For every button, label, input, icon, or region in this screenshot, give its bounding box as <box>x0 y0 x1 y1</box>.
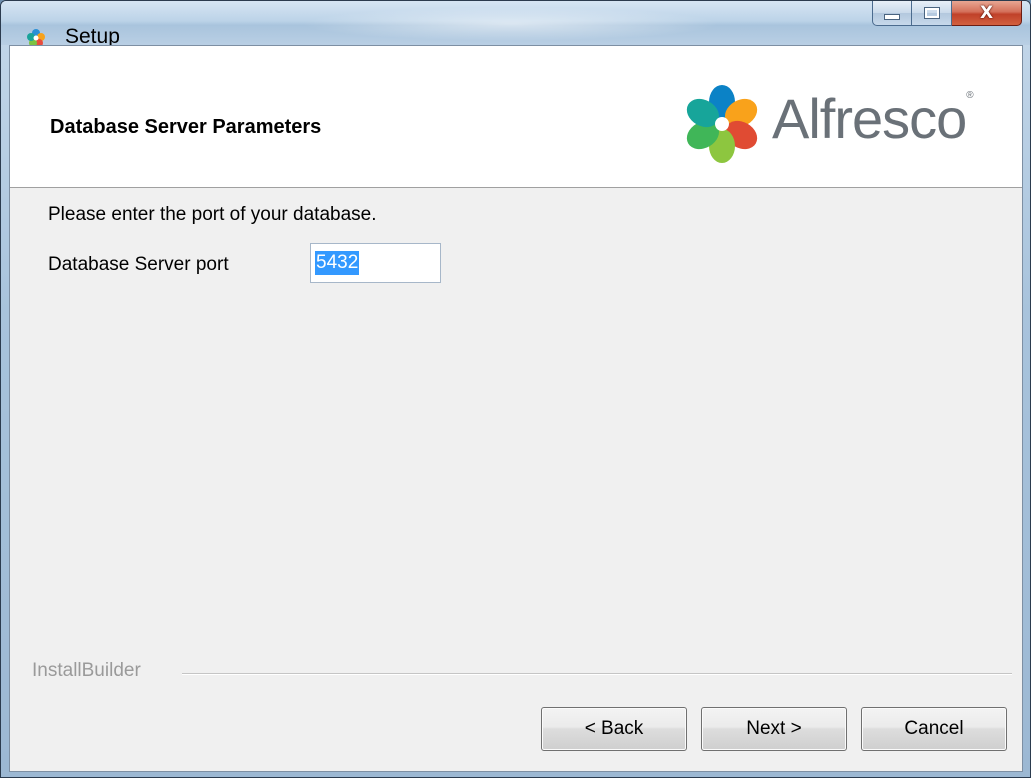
port-label: Database Server port <box>48 254 229 275</box>
close-icon: X <box>979 2 994 23</box>
maximize-icon <box>923 7 940 19</box>
next-button[interactable]: Next > <box>701 707 847 751</box>
alfresco-flower-icon <box>686 85 758 163</box>
minimize-icon <box>884 14 900 20</box>
cancel-button[interactable]: Cancel <box>861 707 1007 751</box>
logo-wordmark: Alfresco® <box>772 87 974 150</box>
port-input[interactable]: 5432 <box>310 243 441 283</box>
minimize-button[interactable] <box>872 1 912 26</box>
setup-window: Setup X Database Server Parameters Alfre… <box>0 0 1031 778</box>
dialog-client-area: Database Server Parameters Alfresco® Ple… <box>9 45 1023 772</box>
close-button[interactable]: X <box>952 1 1022 26</box>
instruction-text: Please enter the port of your database. <box>48 204 377 225</box>
alfresco-logo: Alfresco® <box>680 76 1010 166</box>
maximize-button[interactable] <box>912 1 952 26</box>
title-bar[interactable]: Setup X <box>1 1 1030 48</box>
title-bar-glow <box>301 7 721 41</box>
page-title: Database Server Parameters <box>50 116 322 138</box>
footer-divider <box>182 673 1012 675</box>
installbuilder-label: InstallBuilder <box>32 660 141 681</box>
back-button[interactable]: < Back <box>541 707 687 751</box>
port-input-value: 5432 <box>315 251 360 275</box>
caption-buttons: X <box>872 1 1022 27</box>
wizard-header: Database Server Parameters Alfresco® <box>10 46 1022 188</box>
